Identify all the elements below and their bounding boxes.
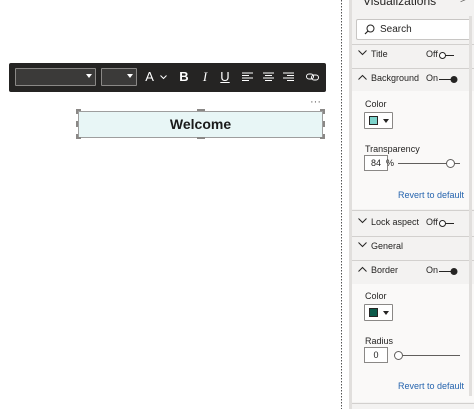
chevron-up-icon bbox=[358, 74, 367, 80]
background-revert-link[interactable]: Revert to default bbox=[398, 190, 464, 200]
section-background-label: Background bbox=[371, 73, 420, 83]
pane-scrollbar[interactable] bbox=[469, 16, 472, 396]
resize-handle-bottom-right[interactable] bbox=[320, 134, 325, 139]
align-right-icon bbox=[282, 72, 294, 81]
align-center-icon bbox=[262, 72, 274, 81]
resize-handle-bottom[interactable] bbox=[197, 137, 205, 139]
insert-link-button[interactable] bbox=[303, 68, 321, 86]
section-general-label: General bbox=[371, 241, 404, 251]
textbox-text[interactable]: Welcome bbox=[79, 112, 322, 137]
underline-icon: U bbox=[220, 69, 230, 84]
background-color-label: Color bbox=[365, 99, 387, 109]
search-input[interactable]: Search bbox=[356, 19, 471, 40]
italic-icon: I bbox=[202, 69, 208, 84]
bold-button[interactable]: B bbox=[176, 68, 192, 86]
font-size-dropdown[interactable] bbox=[101, 68, 137, 86]
section-border[interactable]: Border On bbox=[352, 260, 474, 283]
align-center-button[interactable] bbox=[260, 68, 276, 86]
transparency-slider-thumb[interactable] bbox=[445, 159, 455, 168]
report-canvas[interactable]: A B I U ··· Welcome bbox=[0, 0, 342, 409]
resize-handle-top-right[interactable] bbox=[320, 109, 325, 114]
link-icon bbox=[305, 73, 319, 81]
border-color-picker[interactable] bbox=[364, 304, 393, 321]
title-toggle[interactable] bbox=[439, 52, 458, 59]
section-lock-aspect-state: Off bbox=[426, 217, 438, 227]
transparency-input[interactable]: 84 bbox=[364, 155, 388, 171]
radius-input[interactable]: 0 bbox=[364, 347, 388, 363]
divider bbox=[352, 403, 474, 404]
section-title-label: Title bbox=[371, 49, 388, 59]
font-family-dropdown[interactable] bbox=[15, 68, 96, 86]
align-right-button[interactable] bbox=[280, 68, 296, 86]
chevron-up-icon bbox=[358, 266, 367, 272]
radius-slider-track[interactable] bbox=[398, 355, 460, 356]
chevron-down-icon bbox=[383, 119, 389, 123]
lock-aspect-toggle[interactable] bbox=[439, 220, 458, 227]
border-color-swatch bbox=[369, 308, 378, 317]
section-general[interactable]: General bbox=[352, 236, 474, 259]
welcome-textbox[interactable]: Welcome bbox=[78, 111, 323, 138]
section-title-state: Off bbox=[426, 49, 438, 59]
background-color-swatch bbox=[369, 116, 378, 125]
bold-icon: B bbox=[179, 69, 189, 84]
chevron-down-icon bbox=[358, 218, 367, 224]
search-placeholder: Search bbox=[380, 24, 412, 35]
resize-handle-bottom-left[interactable] bbox=[76, 134, 81, 139]
resize-handle-right[interactable] bbox=[323, 121, 325, 127]
chevron-down-icon bbox=[127, 74, 133, 78]
resize-handle-left[interactable] bbox=[76, 121, 78, 127]
section-title[interactable]: Title Off bbox=[352, 44, 474, 67]
font-color-icon: A bbox=[145, 69, 154, 84]
section-border-label: Border bbox=[371, 265, 399, 275]
collapse-pane-icon[interactable]: > bbox=[460, 0, 466, 6]
font-color-button[interactable]: A bbox=[144, 68, 168, 86]
resize-handle-top[interactable] bbox=[197, 109, 205, 111]
section-lock-aspect[interactable]: Lock aspect Off bbox=[352, 212, 474, 235]
border-color-label: Color bbox=[365, 291, 387, 301]
align-left-icon bbox=[241, 72, 253, 81]
transparency-label: Transparency bbox=[365, 144, 420, 154]
more-options-icon[interactable]: ··· bbox=[310, 96, 321, 108]
chevron-down-icon bbox=[358, 50, 367, 56]
chevron-down-icon bbox=[383, 311, 389, 315]
text-format-toolbar: A B I U bbox=[9, 63, 326, 92]
background-color-picker[interactable] bbox=[364, 112, 393, 129]
chevron-down-icon bbox=[159, 75, 167, 80]
section-border-state: On bbox=[426, 265, 439, 275]
underline-button[interactable]: U bbox=[217, 68, 233, 86]
pane-title: Visualizations bbox=[363, 0, 437, 8]
search-icon bbox=[364, 24, 375, 35]
border-revert-link[interactable]: Revert to default bbox=[398, 381, 464, 391]
chevron-down-icon bbox=[86, 74, 92, 78]
align-left-button[interactable] bbox=[239, 68, 255, 86]
transparency-unit: % bbox=[386, 158, 395, 168]
background-toggle[interactable] bbox=[439, 76, 458, 83]
chevron-down-icon bbox=[358, 242, 367, 248]
section-lock-aspect-label: Lock aspect bbox=[371, 217, 420, 227]
radius-slider-thumb[interactable] bbox=[393, 351, 403, 360]
section-background-state: On bbox=[426, 73, 439, 83]
section-background[interactable]: Background On bbox=[352, 68, 474, 91]
radius-label: Radius bbox=[365, 336, 394, 346]
canvas-pane-divider bbox=[341, 0, 342, 409]
italic-button[interactable]: I bbox=[197, 68, 213, 86]
resize-handle-top-left[interactable] bbox=[76, 109, 81, 114]
divider bbox=[352, 210, 474, 211]
border-toggle[interactable] bbox=[439, 268, 458, 275]
